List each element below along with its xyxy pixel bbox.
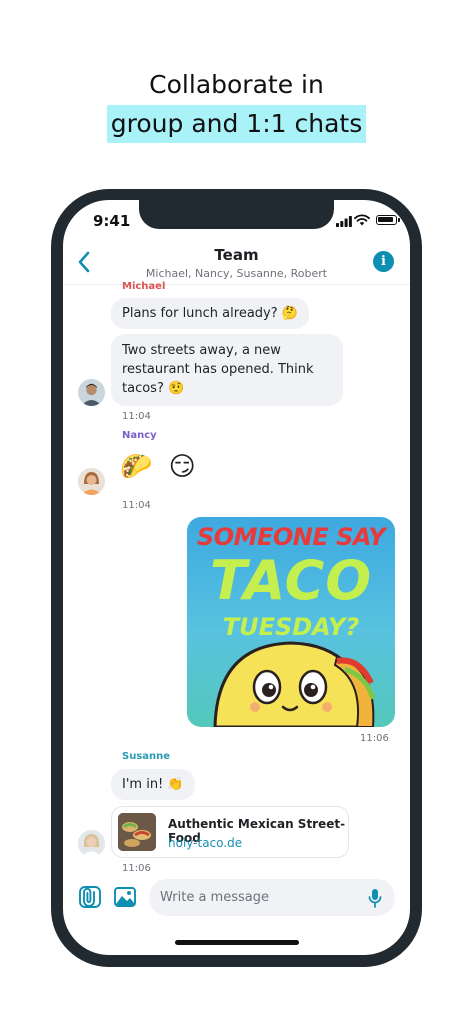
avatar-susanne[interactable] (78, 830, 105, 857)
headline-line-2: group and 1:1 chats (106, 105, 367, 143)
microphone-icon[interactable] (368, 888, 382, 908)
avatar-nancy[interactable] (78, 468, 105, 495)
image-icon[interactable] (114, 887, 136, 907)
message-timestamp: 11:06 (360, 733, 389, 744)
message-composer[interactable] (149, 879, 395, 916)
person-avatar-icon (78, 830, 105, 857)
sender-name-nancy: Nancy (122, 430, 157, 441)
message-timestamp: 11:06 (122, 863, 151, 874)
notch (139, 200, 334, 229)
message-timestamp: 11:04 (122, 411, 151, 422)
message-input[interactable] (160, 879, 360, 916)
link-preview-card[interactable]: Authentic Mexican Street-Food holy-taco.… (111, 806, 349, 858)
message-bubble[interactable]: I'm in! 👏 (111, 769, 195, 800)
battery-icon (376, 215, 400, 225)
headline: Collaborate in group and 1:1 chats (0, 66, 473, 143)
sender-name-michael: Michael (122, 281, 166, 292)
person-avatar-icon (78, 379, 105, 406)
wifi-icon (354, 214, 370, 226)
phone-screen: 9:41 Team Michael, Nancy, Susanne, Rober… (63, 200, 410, 955)
link-thumbnail (118, 813, 156, 851)
message-bubble[interactable]: Plans for lunch already? 🤔 (111, 298, 309, 329)
cellular-signal-icon (336, 216, 352, 227)
headline-line-1: Collaborate in (149, 70, 324, 99)
info-icon[interactable]: i (373, 251, 394, 272)
home-indicator[interactable] (175, 940, 299, 945)
link-url[interactable]: holy-taco.de (168, 836, 242, 850)
message-bubble[interactable]: Two streets away, a new restaurant has o… (111, 334, 343, 406)
avatar-michael[interactable] (78, 379, 105, 406)
person-avatar-icon (78, 468, 105, 495)
sticker-text-line-1: SOMEONE SAY (196, 523, 386, 551)
message-line: tacos? 🤨 (122, 381, 185, 396)
message-line: Two streets away, a new (122, 343, 281, 358)
paperclip-icon[interactable] (79, 886, 101, 908)
chat-title[interactable]: Team (63, 246, 410, 264)
message-timestamp: 11:04 (122, 500, 151, 511)
header-divider (63, 284, 410, 285)
taco-photo-icon (118, 813, 156, 851)
emoji-message[interactable]: 🌮 😏 (120, 449, 200, 485)
sticker-text-line-2: TACO (209, 549, 373, 612)
message-line: restaurant has opened. Think (122, 362, 314, 377)
status-time: 9:41 (93, 212, 131, 230)
sender-name-susanne: Susanne (122, 751, 171, 762)
taco-character-icon (213, 641, 376, 727)
chat-members[interactable]: Michael, Nancy, Susanne, Robert (63, 267, 410, 280)
taco-tuesday-sticker[interactable]: SOMEONE SAY TACO TUESDAY? (187, 517, 395, 727)
